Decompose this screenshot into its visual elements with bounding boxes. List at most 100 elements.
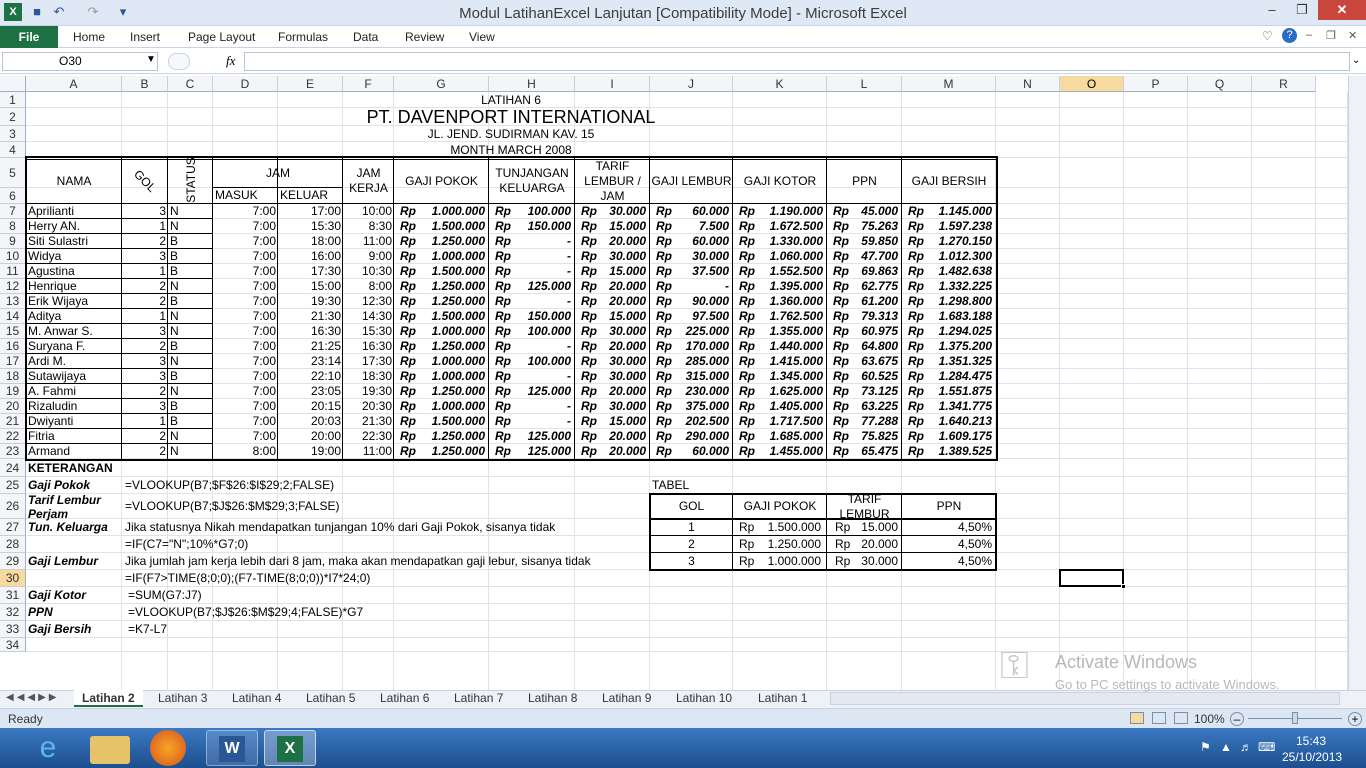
sheet-tab-latihan-9[interactable]: Latihan 9: [594, 690, 659, 707]
row-header-10[interactable]: 10: [0, 249, 26, 264]
doc-restore-icon[interactable]: ❐: [1326, 29, 1336, 42]
row-header-4[interactable]: 4: [0, 142, 26, 158]
column-header-i[interactable]: I: [575, 76, 650, 92]
column-header-a[interactable]: A: [26, 76, 122, 92]
formula-expand-icon[interactable]: [168, 53, 190, 70]
column-header-f[interactable]: F: [343, 76, 394, 92]
column-header-r[interactable]: R: [1252, 76, 1316, 92]
column-header-p[interactable]: P: [1124, 76, 1188, 92]
clock-date[interactable]: 25/10/2013: [1282, 750, 1342, 764]
row-header-25[interactable]: 25: [0, 477, 26, 494]
sheet-nav-arrows[interactable]: ◀◀◀▶▶: [6, 692, 59, 703]
volume-icon[interactable]: ♬: [1240, 740, 1252, 754]
tab-insert[interactable]: Insert: [130, 30, 160, 44]
name-box-dropdown-icon[interactable]: ▼: [146, 54, 156, 65]
restore-button[interactable]: ❐: [1288, 0, 1316, 20]
row-header-14[interactable]: 14: [0, 309, 26, 324]
row-header-26[interactable]: 26: [0, 494, 26, 519]
row-header-3[interactable]: 3: [0, 126, 26, 142]
file-tab[interactable]: File: [0, 26, 58, 48]
worksheet-grid[interactable]: A B C D E F G H I J K L M N O P Q R 1 2 3 4 5 6 7 8 9 10 11 12 13 14 15 1…: [0, 76, 1348, 690]
firefox-icon[interactable]: [150, 730, 186, 766]
column-header-o[interactable]: O: [1060, 76, 1124, 92]
column-header-q[interactable]: Q: [1188, 76, 1252, 92]
name-box[interactable]: O30: [2, 52, 158, 71]
fill-handle[interactable]: [1121, 584, 1126, 589]
column-header-l[interactable]: L: [827, 76, 902, 92]
column-header-k[interactable]: K: [733, 76, 827, 92]
undo-icon[interactable]: ↶: [50, 3, 68, 21]
tab-formulas[interactable]: Formulas: [278, 30, 328, 44]
page-layout-view-icon[interactable]: [1152, 712, 1166, 724]
column-header-b[interactable]: B: [122, 76, 168, 92]
row-header-5[interactable]: 5: [0, 158, 26, 188]
tab-view[interactable]: View: [469, 30, 495, 44]
selected-cell-o30[interactable]: [1059, 569, 1124, 587]
column-header-j[interactable]: J: [650, 76, 733, 92]
row-header-32[interactable]: 32: [0, 604, 26, 621]
row-header-18[interactable]: 18: [0, 369, 26, 384]
column-header-c[interactable]: C: [168, 76, 213, 92]
signal-icon[interactable]: ▲: [1220, 740, 1232, 754]
word-taskbar-button[interactable]: W: [206, 730, 258, 766]
column-header-g[interactable]: G: [394, 76, 489, 92]
save-icon[interactable]: ■: [28, 3, 46, 21]
tab-page-layout[interactable]: Page Layout: [188, 30, 255, 44]
select-all-corner[interactable]: [0, 76, 26, 92]
row-header-24[interactable]: 24: [0, 459, 26, 477]
sheet-tab-latihan-7[interactable]: Latihan 7: [446, 690, 511, 707]
redo-icon[interactable]: ↷: [84, 3, 102, 21]
zoom-level[interactable]: 100%: [1194, 712, 1225, 726]
vertical-scrollbar[interactable]: [1348, 76, 1366, 690]
row-header-34[interactable]: 34: [0, 638, 26, 652]
row-header-12[interactable]: 12: [0, 279, 26, 294]
formula-input[interactable]: [244, 52, 1350, 71]
tab-data[interactable]: Data: [353, 30, 378, 44]
keyboard-icon[interactable]: ⌨: [1258, 740, 1275, 754]
column-header-h[interactable]: H: [489, 76, 575, 92]
column-header-m[interactable]: M: [902, 76, 996, 92]
row-header-29[interactable]: 29: [0, 553, 26, 570]
minimize-button[interactable]: –: [1258, 0, 1286, 20]
row-header-22[interactable]: 22: [0, 429, 26, 444]
row-header-23[interactable]: 23: [0, 444, 26, 459]
normal-view-icon[interactable]: [1130, 712, 1144, 724]
row-header-1[interactable]: 1: [0, 92, 26, 108]
zoom-out-icon[interactable]: –: [1230, 712, 1244, 726]
help-icon[interactable]: ?: [1282, 28, 1297, 43]
column-header-d[interactable]: D: [213, 76, 278, 92]
row-header-28[interactable]: 28: [0, 536, 26, 553]
row-header-31[interactable]: 31: [0, 587, 26, 604]
sheet-tab-latihan-4[interactable]: Latihan 4: [224, 690, 289, 707]
row-header-21[interactable]: 21: [0, 414, 26, 429]
doc-close-icon[interactable]: ✕: [1348, 29, 1357, 42]
row-header-7[interactable]: 7: [0, 204, 26, 219]
row-header-20[interactable]: 20: [0, 399, 26, 414]
row-header-19[interactable]: 19: [0, 384, 26, 399]
excel-taskbar-button[interactable]: X: [264, 730, 316, 766]
explorer-icon[interactable]: [90, 736, 130, 764]
doc-minimize-icon[interactable]: –: [1306, 29, 1312, 41]
sheet-tab-latihan-8[interactable]: Latihan 8: [520, 690, 585, 707]
sheet-tab-latihan-1[interactable]: Latihan 1: [750, 690, 815, 707]
row-header-33[interactable]: 33: [0, 621, 26, 638]
horizontal-scrollbar[interactable]: [830, 692, 1340, 705]
row-header-11[interactable]: 11: [0, 264, 26, 279]
row-header-17[interactable]: 17: [0, 354, 26, 369]
sheet-tab-latihan-3[interactable]: Latihan 3: [150, 690, 215, 707]
clock-time[interactable]: 15:43: [1296, 734, 1326, 748]
row-header-15[interactable]: 15: [0, 324, 26, 339]
row-header-30[interactable]: 30: [0, 570, 26, 587]
sheet-tab-latihan-10[interactable]: Latihan 10: [668, 690, 740, 707]
row-header-16[interactable]: 16: [0, 339, 26, 354]
sheet-tab-latihan-6[interactable]: Latihan 6: [372, 690, 437, 707]
tab-home[interactable]: Home: [73, 30, 105, 44]
sheet-tab-latihan-5[interactable]: Latihan 5: [298, 690, 363, 707]
flag-icon[interactable]: ⚑: [1200, 740, 1211, 754]
expand-formula-bar-icon[interactable]: ⌄: [1352, 55, 1360, 66]
row-header-27[interactable]: 27: [0, 519, 26, 536]
row-header-8[interactable]: 8: [0, 219, 26, 234]
row-header-9[interactable]: 9: [0, 234, 26, 249]
customize-qat-icon[interactable]: ▾: [114, 3, 132, 21]
column-header-n[interactable]: N: [996, 76, 1060, 92]
